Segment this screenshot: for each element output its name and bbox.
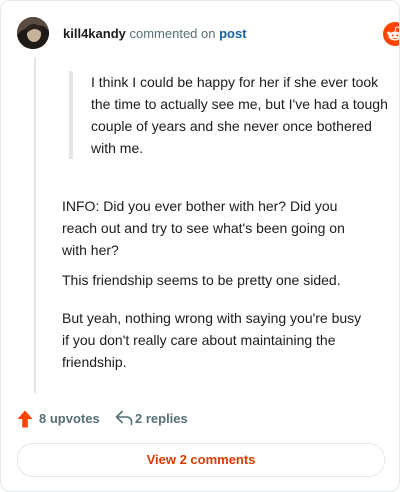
byline-action-text: commented on xyxy=(125,26,220,41)
comment-paragraph-1: INFO: Did you ever bother with her? Did … xyxy=(62,198,345,258)
byline: kill4kandy commented on post xyxy=(63,26,247,42)
quoted-text: I think I could be happy for her if she … xyxy=(69,71,391,159)
comment-paragraph-2: This friendship seems to be pretty one s… xyxy=(62,272,341,288)
comment-paragraph-3: But yeah, nothing wrong with saying you'… xyxy=(62,310,362,370)
replies-count: 2 replies xyxy=(135,411,188,426)
avatar[interactable] xyxy=(17,17,49,49)
comment-header: kill4kandy commented on post reddit xyxy=(17,17,399,51)
post-link[interactable]: post xyxy=(219,26,246,41)
upvote-count: 8 upvotes xyxy=(39,411,100,426)
comment-card: kill4kandy commented on post reddit I th… xyxy=(0,0,400,492)
upvote-button[interactable]: 8 upvotes xyxy=(17,409,101,429)
view-comments-button[interactable]: View 2 comments xyxy=(17,443,385,477)
thread-line xyxy=(34,57,36,393)
username[interactable]: kill4kandy xyxy=(63,26,126,41)
view-comments-label: View 2 comments xyxy=(146,452,256,467)
replies-button[interactable]: 2 replies xyxy=(115,409,205,429)
upvote-arrow-icon xyxy=(17,410,33,428)
avatar-image xyxy=(17,17,49,49)
reply-arrow-icon xyxy=(115,410,133,426)
reddit-snoo-icon xyxy=(383,22,399,46)
